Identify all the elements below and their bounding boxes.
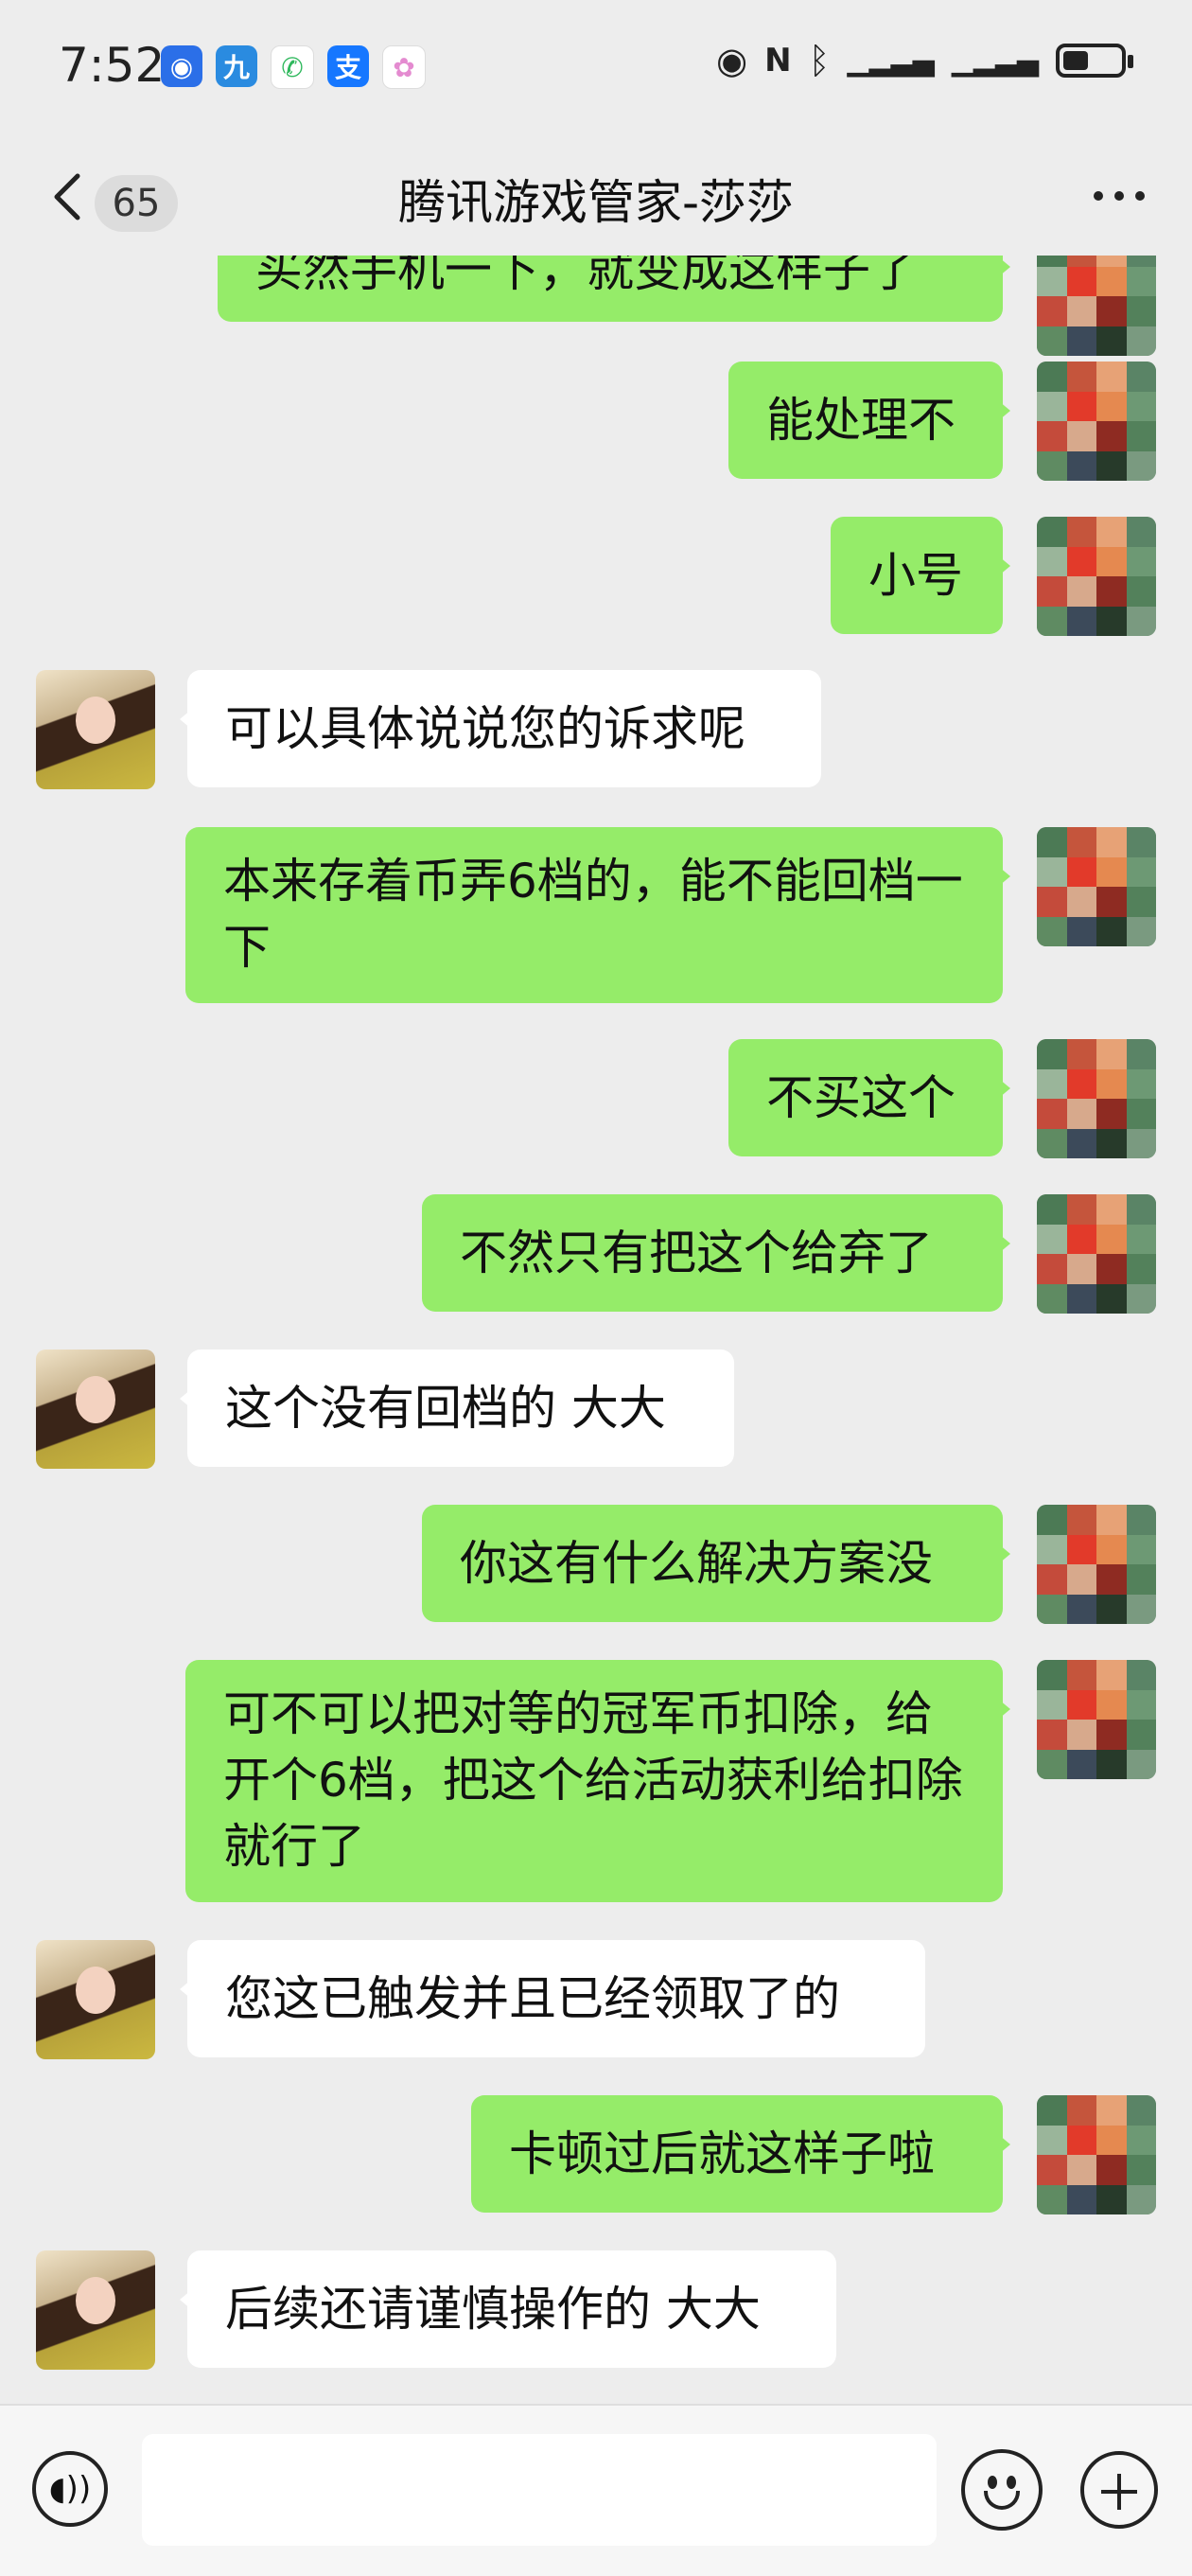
message-bubble[interactable]: 您这已触发并且已经领取了的: [180, 1940, 925, 2057]
battery-icon: [1056, 44, 1133, 78]
message-bubble[interactable]: 不然只有把这个给弃了: [422, 1194, 1010, 1312]
agent-avatar[interactable]: [36, 2250, 155, 2370]
self-avatar[interactable]: [1037, 1505, 1156, 1624]
smile-icon: [984, 2491, 1020, 2510]
status-time: 7:52: [59, 38, 166, 93]
message-bubble[interactable]: 本来存着币弄6档的，能不能回档一下: [185, 827, 1010, 1003]
message-bubble[interactable]: 买然手机一下，就变成这样子了: [218, 256, 1010, 322]
signal-icon: ▁▂▃▄: [847, 44, 935, 78]
message-bubble[interactable]: 不买这个: [728, 1039, 1010, 1156]
self-avatar[interactable]: [1037, 1194, 1156, 1314]
agent-avatar[interactable]: [36, 1940, 155, 2059]
eye-icon: ◉: [715, 40, 748, 81]
notification-icons: ◉ 九 ✆ 支 ✿: [161, 45, 426, 89]
self-avatar[interactable]: [1037, 517, 1156, 636]
message-list[interactable]: 买然手机一下，就变成这样子了 能处理不 小号 可以具体说说您的诉求呢 本来存着币…: [0, 256, 1192, 2404]
bluetooth-icon: ᛒ: [808, 40, 831, 81]
self-avatar[interactable]: [1037, 362, 1156, 481]
agent-avatar[interactable]: [36, 670, 155, 789]
alipay-icon: 支: [327, 45, 369, 87]
system-icons: ◉ N ᛒ ▁▂▃▄ ▁▂▃▄: [715, 40, 1133, 81]
more-options-icon[interactable]: [1094, 191, 1145, 201]
page-title: 腾讯游戏管家-莎莎: [397, 175, 795, 230]
message-bubble[interactable]: 后续还请谨慎操作的 大大: [180, 2250, 836, 2368]
self-avatar[interactable]: [1037, 1660, 1156, 1779]
app-icon: 九: [216, 45, 257, 87]
voice-input-button[interactable]: ◖)): [32, 2451, 108, 2527]
status-bar: 7:52 ◉ 九 ✆ 支 ✿ ◉ N ᛒ ▁▂▃▄ ▁▂▃▄: [0, 0, 1192, 132]
message-input[interactable]: [142, 2434, 937, 2546]
add-attachment-button[interactable]: [1080, 2451, 1158, 2529]
maps-icon: ◉: [161, 45, 202, 87]
nfc-icon: N: [764, 42, 792, 79]
self-avatar[interactable]: [1037, 827, 1156, 946]
phone-icon: ✆: [271, 45, 314, 89]
chat-header: 65 腾讯游戏管家-莎莎: [0, 132, 1192, 256]
voice-icon: ◖)): [48, 2470, 92, 2508]
message-bubble[interactable]: 能处理不: [728, 362, 1010, 479]
agent-avatar[interactable]: [36, 1350, 155, 1469]
self-avatar[interactable]: [1037, 256, 1156, 356]
emoji-button[interactable]: [961, 2449, 1043, 2531]
message-bubble[interactable]: 你这有什么解决方案没: [422, 1505, 1010, 1622]
message-bubble[interactable]: 卡顿过后就这样子啦: [471, 2095, 1010, 2213]
message-bubble[interactable]: 可不可以把对等的冠军币扣除，给开个6档，把这个给活动获利给扣除就行了: [185, 1660, 1010, 1902]
self-avatar[interactable]: [1037, 1039, 1156, 1158]
message-bubble[interactable]: 可以具体说说您的诉求呢: [180, 670, 821, 787]
signal-icon: ▁▂▃▄: [951, 44, 1039, 78]
photos-icon: ✿: [382, 45, 426, 89]
message-bubble[interactable]: 小号: [831, 517, 1010, 634]
input-bar: ◖)): [0, 2404, 1192, 2576]
message-bubble[interactable]: 这个没有回档的 大大: [180, 1350, 734, 1467]
self-avatar[interactable]: [1037, 2095, 1156, 2214]
